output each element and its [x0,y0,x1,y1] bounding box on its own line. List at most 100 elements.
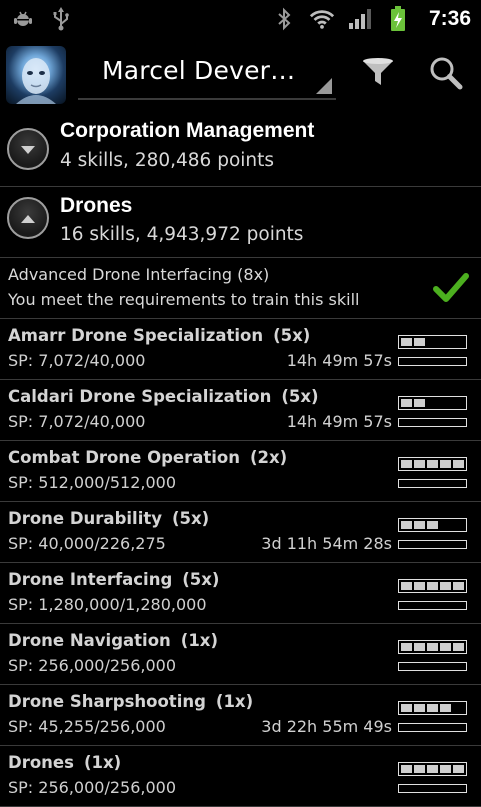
skill-name: Drone Durability [8,509,162,528]
skill-rank: (1x) [215,692,254,711]
skill-name-line: Drone Durability (5x) [8,509,209,528]
chevron-down-icon [20,140,36,159]
training-time: 14h 49m 57s [286,412,392,431]
level-segment [414,338,425,346]
skill-level-indicator [398,396,467,410]
search-icon [428,55,464,95]
level-segment [440,460,451,468]
chevron-up-icon [20,209,36,228]
skill-row[interactable]: Drone Durability (5x) SP: 40,000/226,275 3d… [0,502,481,563]
usb-icon [48,6,74,32]
skill-name-line: Amarr Drone Specialization (5x) [8,326,310,345]
level-segment [453,338,464,346]
level-segment [414,460,425,468]
wifi-icon [309,6,335,32]
level-segment [440,704,451,712]
level-segment [414,582,425,590]
search-button[interactable] [425,54,467,96]
level-segment [440,765,451,773]
skill-points: SP: 256,000/256,000 [8,656,176,675]
skill-progress-bar [398,784,467,793]
skill-rank: (5x) [172,509,210,528]
signal-icon [347,6,373,32]
skill-progress-bar [398,723,467,732]
level-segment [401,643,412,651]
skill-name: Drone Interfacing [8,570,173,589]
skill-row[interactable]: Drone Sharpshooting (1x) SP: 45,255/256,00… [0,685,481,746]
level-segment [401,338,412,346]
level-segment [427,521,438,529]
level-segment [453,460,464,468]
skill-points: SP: 7,072/40,000 [8,412,146,431]
skill-rank: (1x) [83,753,122,772]
skill-points: SP: 256,000/256,000 [8,778,176,797]
group-title: Drones [60,194,133,217]
skill-points: SP: 1,280,000/1,280,000 [8,595,207,614]
skill-progress-bar [398,601,467,610]
skill-rank: (5x) [281,387,319,406]
skill-name: Amarr Drone Specialization [8,326,264,345]
level-segment [427,582,438,590]
level-segment [401,582,412,590]
skill-rank: (5x) [273,326,311,345]
notice-title: Advanced Drone Interfacing (8x) [8,265,270,284]
skill-row[interactable]: Caldari Drone Specialization (5x) SP: 7,07… [0,380,481,441]
skill-points: SP: 40,000/226,275 [8,534,166,553]
filter-button[interactable] [357,54,399,96]
level-segment [453,582,464,590]
trainable-skill-notice[interactable]: Advanced Drone Interfacing (8x) You meet… [0,258,481,319]
group-summary: 4 skills, 280,486 points [60,150,275,171]
skill-progress-bar [398,540,467,549]
level-segment [453,399,464,407]
skill-progress-bar [398,357,467,366]
skill-level-indicator [398,762,467,776]
skill-name-line: Caldari Drone Specialization (5x) [8,387,319,406]
skill-row[interactable]: Drone Interfacing (5x) SP: 1,280,000/1,280… [0,563,481,624]
level-segment [414,521,425,529]
level-segment [414,765,425,773]
skill-name: Drone Sharpshooting [8,692,206,711]
skill-name-line: Drone Sharpshooting (1x) [8,692,253,711]
skill-progress-bar [398,662,467,671]
skill-row[interactable]: Amarr Drone Specialization (5x) SP: 7,072/… [0,319,481,380]
expand-toggle[interactable] [7,128,49,170]
skill-group-drones[interactable]: Drones 16 skills, 4,943,972 points [0,187,481,258]
group-summary: 16 skills, 4,943,972 points [60,224,304,245]
skill-row[interactable]: Combat Drone Operation (2x) SP: 512,000/51… [0,441,481,502]
level-segment [453,643,464,651]
skill-points: SP: 45,255/256,000 [8,717,166,736]
skill-points: SP: 512,000/512,000 [8,473,176,492]
group-title: Corporation Management [60,119,315,142]
level-segment [427,643,438,651]
skill-row[interactable]: Drone Navigation (1x) SP: 256,000/256,000 [0,624,481,685]
skill-level-indicator [398,701,467,715]
notice-message: You meet the requirements to train this … [8,290,360,309]
character-selector[interactable]: Marcel Dever… [78,48,336,100]
level-segment [427,338,438,346]
level-segment [427,704,438,712]
level-segment [427,460,438,468]
training-time: 3d 11h 54m 28s [261,534,392,553]
skill-level-indicator [398,457,467,471]
training-time: 14h 49m 57s [286,351,392,370]
skill-name-line: Combat Drone Operation (2x) [8,448,287,467]
bluetooth-icon [271,6,297,32]
status-bar: 7:36 [0,0,481,38]
skill-level-indicator [398,579,467,593]
level-segment [427,399,438,407]
level-segment [453,704,464,712]
skill-name: Drones [8,753,74,772]
skill-group-corporation-management[interactable]: Corporation Management 4 skills, 280,486… [0,112,481,187]
skill-rank: (2x) [250,448,288,467]
level-segment [440,582,451,590]
collapse-toggle[interactable] [7,197,49,239]
level-segment [414,643,425,651]
level-segment [401,704,412,712]
skill-row[interactable]: Drones (1x) SP: 256,000/256,000 [0,746,481,807]
level-segment [440,399,451,407]
skill-name-line: Drone Navigation (1x) [8,631,218,650]
avatar[interactable] [6,46,66,104]
skill-name: Caldari Drone Specialization [8,387,272,406]
level-segment [401,399,412,407]
skill-rank: (5x) [182,570,220,589]
